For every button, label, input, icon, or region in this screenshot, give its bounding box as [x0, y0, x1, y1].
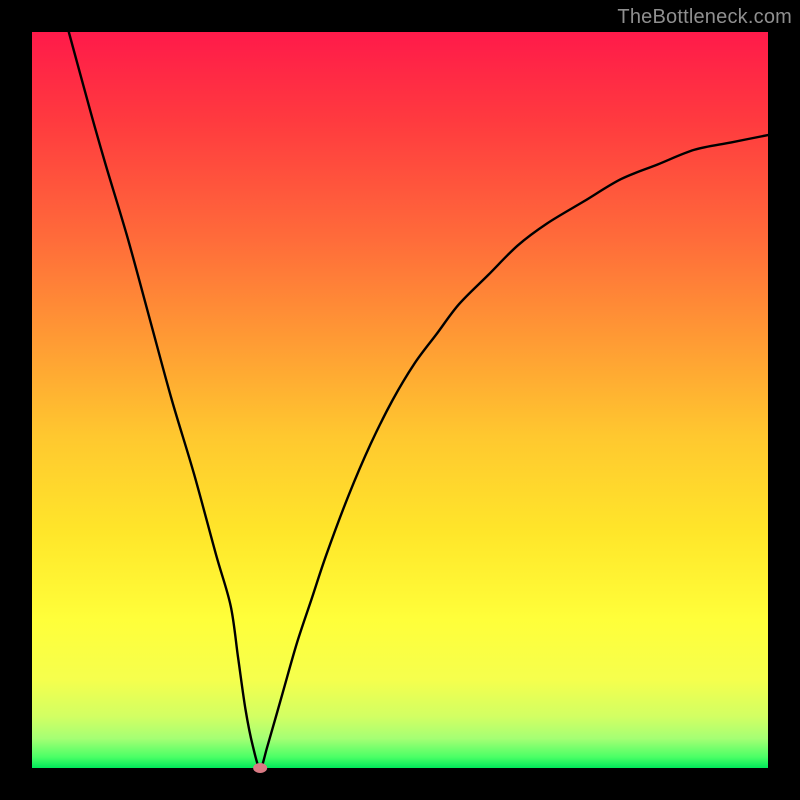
bottleneck-curve — [69, 32, 768, 768]
optimal-point-marker — [253, 763, 267, 773]
curve-svg — [32, 32, 768, 768]
plot-area — [32, 32, 768, 768]
chart-frame: TheBottleneck.com — [0, 0, 800, 800]
watermark-text: TheBottleneck.com — [617, 6, 792, 29]
